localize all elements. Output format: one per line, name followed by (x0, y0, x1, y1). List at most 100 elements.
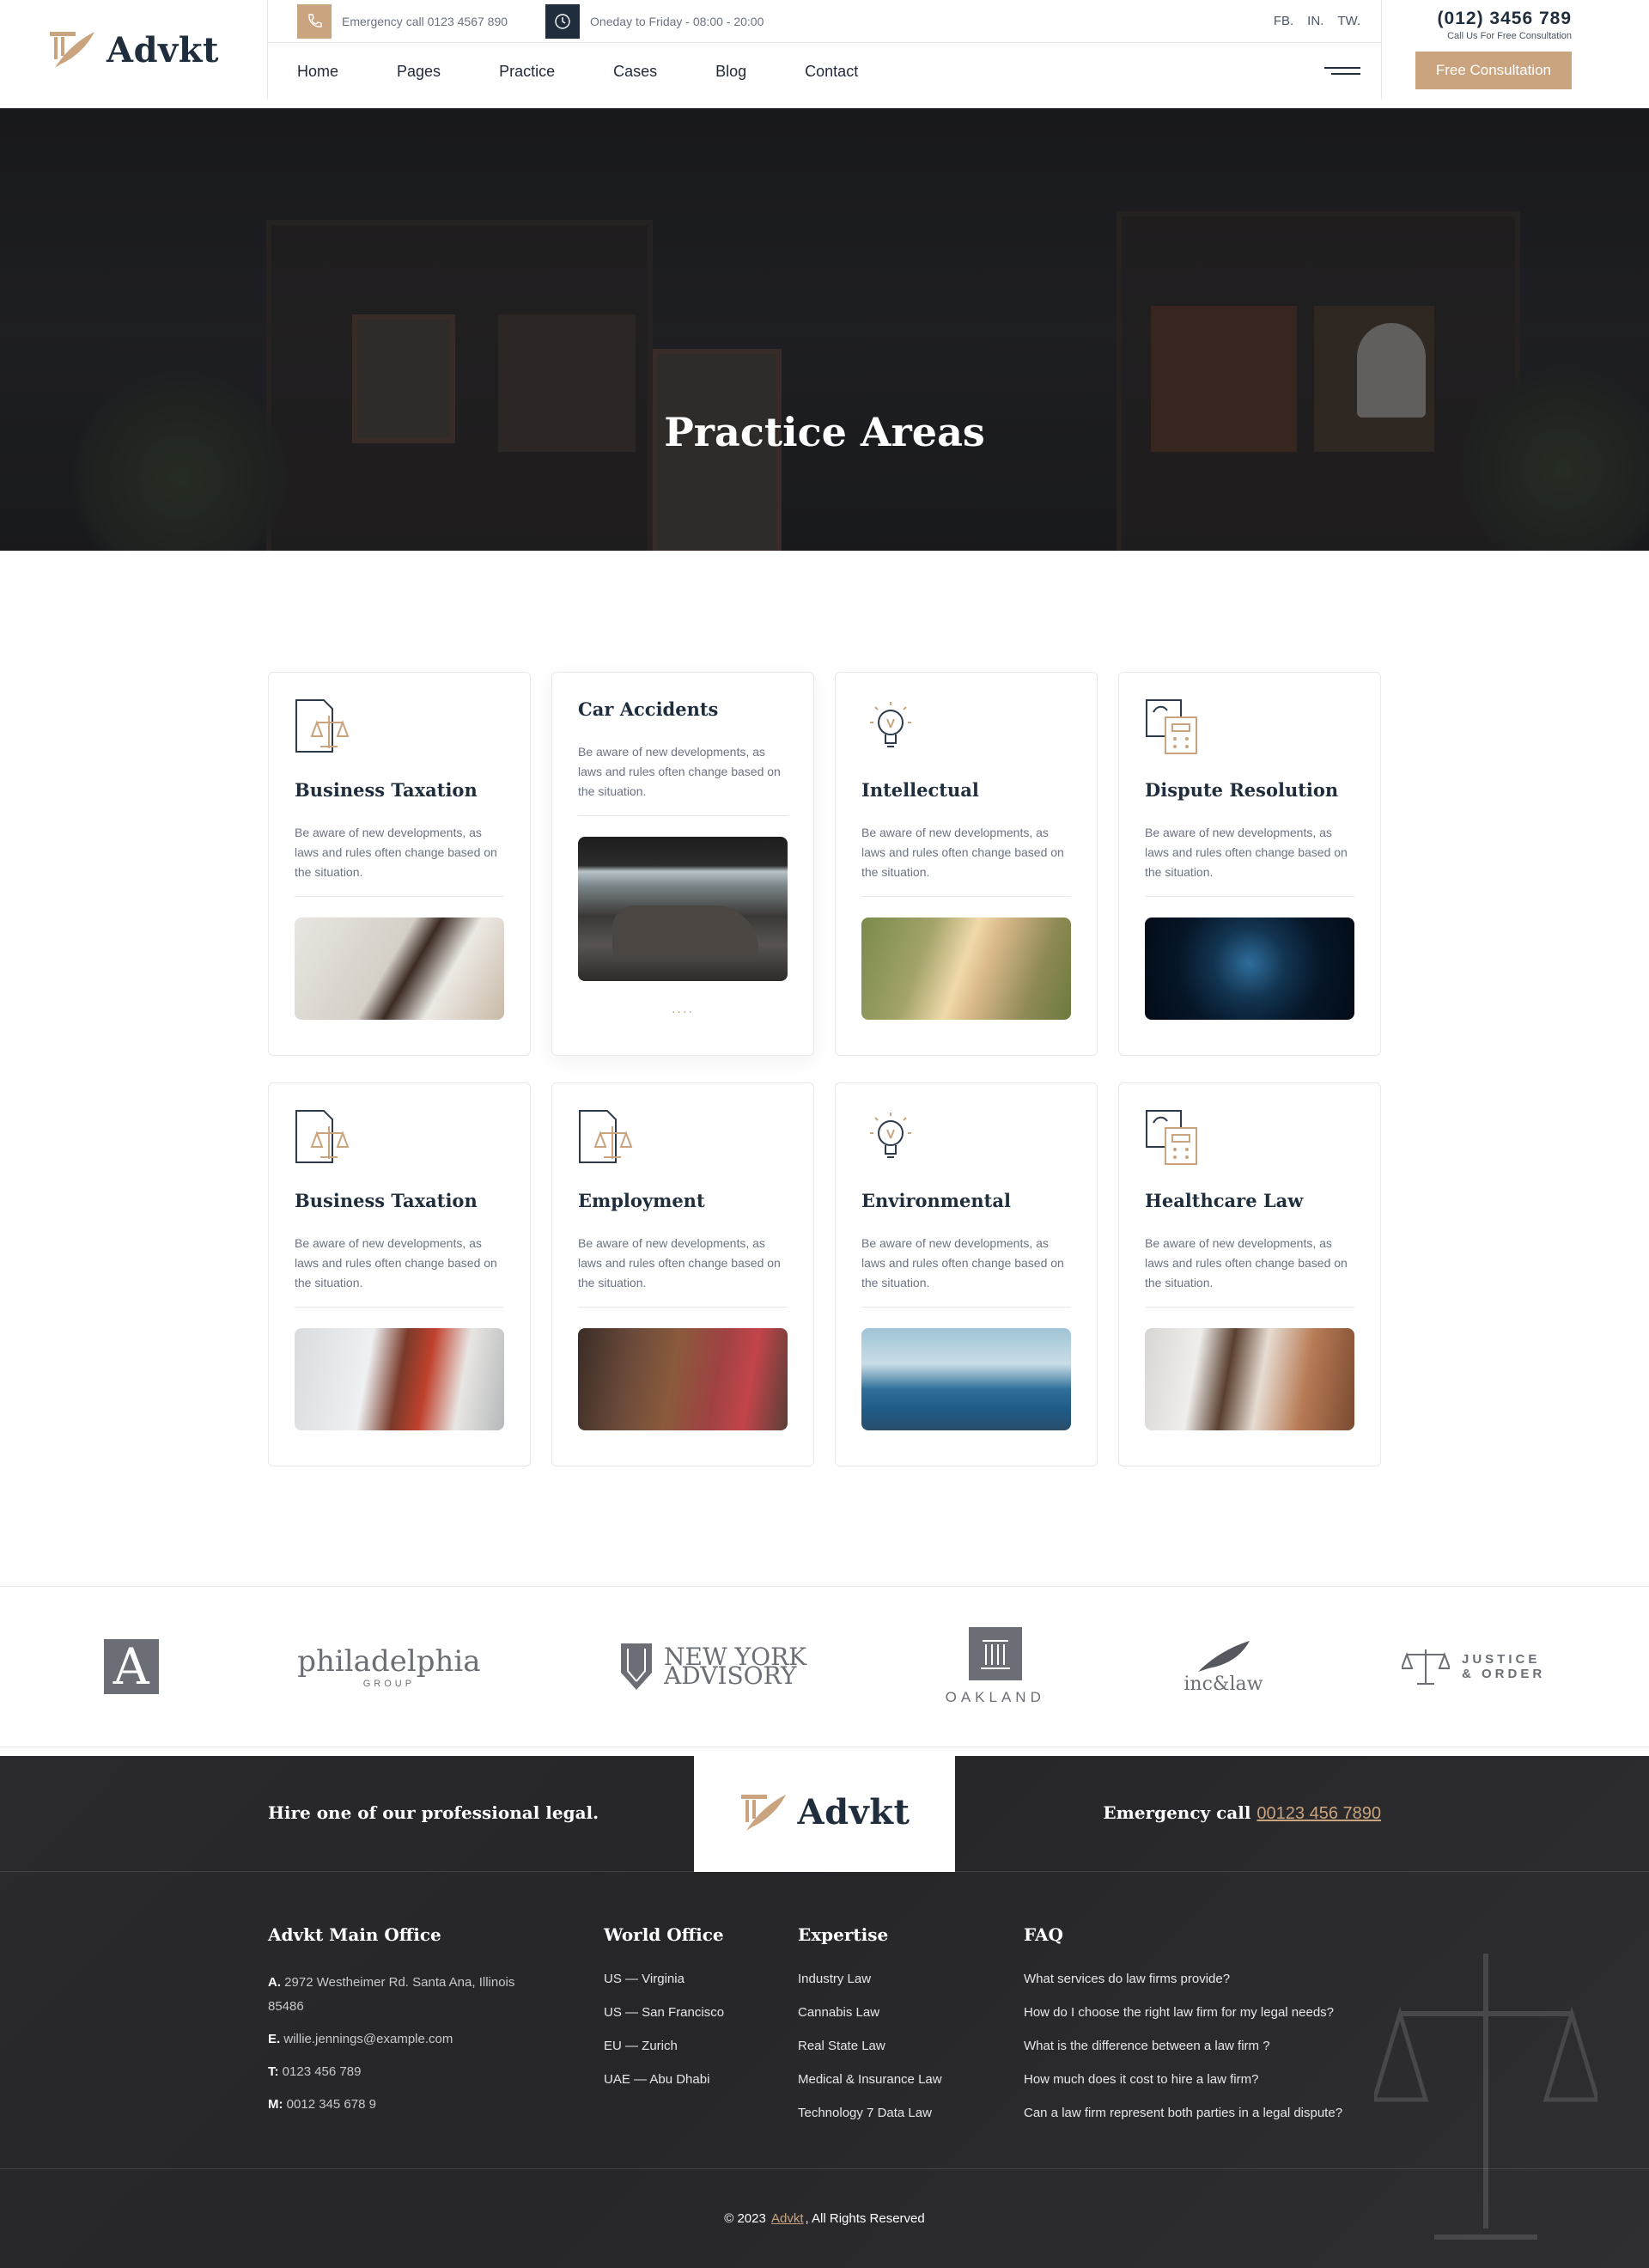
quill-column-icon (740, 1794, 786, 1831)
social-twitter-link[interactable]: TW. (1337, 14, 1360, 28)
expertise-link[interactable]: Real State Law (798, 2038, 942, 2055)
practice-card[interactable]: Healthcare Law Be aware of new developme… (1118, 1082, 1381, 1466)
more-indicator[interactable]: .... (578, 1002, 788, 1017)
nav-blog[interactable]: Blog (715, 63, 746, 81)
faq-link[interactable]: How do I choose the right law firm for m… (1024, 2004, 1342, 2021)
expertise-link[interactable]: Cannabis Law (798, 2004, 942, 2021)
header-phone-sub: Call Us For Free Consultation (1447, 31, 1572, 41)
card-text: Be aware of new developments, as laws an… (861, 1234, 1071, 1308)
scales-icon (1401, 1649, 1450, 1685)
nav-pages[interactable]: Pages (397, 63, 441, 81)
office-mobile[interactable]: M: 0012 345 678 9 (268, 2093, 551, 2117)
header-phone[interactable]: (012) 3456 789 (1382, 9, 1572, 29)
brand-logo-a[interactable]: A (103, 1639, 159, 1694)
logo[interactable]: Advkt (0, 0, 268, 100)
office-address: A. 2972 Westheimer Rd. Santa Ana, Illino… (268, 1975, 515, 2014)
card-text: Be aware of new developments, as laws an… (1145, 1234, 1354, 1308)
world-office-link[interactable]: US — San Francisco (604, 2004, 724, 2021)
practice-card[interactable]: Business Taxation Be aware of new develo… (268, 1082, 531, 1466)
card-title[interactable]: Employment (578, 1190, 788, 1211)
hire-text: Hire one of our professional legal. (268, 1802, 599, 1823)
practice-grid: Business Taxation Be aware of new develo… (268, 672, 1381, 1466)
card-image (1145, 918, 1354, 1020)
menu-icon[interactable] (1324, 67, 1360, 79)
brand-logo-philadelphia[interactable]: philadelphia GROUP (297, 1644, 480, 1689)
expertise-link[interactable]: Industry Law (798, 1971, 942, 1988)
nav-cases[interactable]: Cases (613, 63, 657, 81)
practice-card[interactable]: Intellectual Be aware of new development… (835, 672, 1098, 1056)
practice-card[interactable]: Dispute Resolution Be aware of new devel… (1118, 672, 1381, 1056)
footer-office: Advkt Main Office A. 2972 Westheimer Rd.… (268, 1924, 551, 2125)
world-office-link[interactable]: US — Virginia (604, 1971, 724, 1988)
card-title[interactable]: Dispute Resolution (1145, 779, 1354, 801)
faq-link[interactable]: How much does it cost to hire a law firm… (1024, 2071, 1342, 2088)
lightbulb-icon (861, 698, 1071, 759)
practice-card[interactable]: Employment Be aware of new developments,… (551, 1082, 814, 1466)
card-image (295, 918, 504, 1020)
card-text: Be aware of new developments, as laws an… (295, 1234, 504, 1308)
card-text: Be aware of new developments, as laws an… (295, 823, 504, 897)
emergency-info: Emergency call 0123 4567 890 (297, 3, 508, 39)
quill-column-icon (50, 32, 95, 68)
card-title[interactable]: Healthcare Law (1145, 1190, 1354, 1211)
brand-logo-new-york-advisory[interactable]: NEW YORK ADVISORY (619, 1642, 806, 1692)
practice-card[interactable]: Business Taxation Be aware of new develo… (268, 672, 531, 1056)
footer-faq: FAQ What services do law firms provide? … (1024, 1924, 1342, 2138)
emergency-phone-link[interactable]: 00123 456 7890 (1257, 1804, 1381, 1823)
card-text: Be aware of new developments, as laws an… (578, 1234, 788, 1308)
faq-link[interactable]: What is the difference between a law fir… (1024, 2038, 1342, 2055)
footer-expertise: Expertise Industry Law Cannabis Law Real… (798, 1924, 942, 2138)
hero-banner: Practice Areas (0, 108, 1649, 551)
practice-card-featured[interactable]: Car Accidents Be aware of new developmen… (551, 672, 814, 1056)
world-office-link[interactable]: UAE — Abu Dhabi (604, 2071, 724, 2088)
brand-logo-justice-order[interactable]: JUSTICE & ORDER (1401, 1646, 1545, 1687)
emergency-text: Emergency call 0123 4567 890 (342, 14, 508, 28)
card-image (1145, 1328, 1354, 1430)
lightbulb-icon (861, 1109, 1071, 1169)
card-title[interactable]: Environmental (861, 1190, 1071, 1211)
social-instagram-link[interactable]: IN. (1307, 14, 1323, 28)
footer-banner: Hire one of our professional legal. Advk… (0, 1756, 1649, 1872)
expertise-link[interactable]: Medical & Insurance Law (798, 2071, 942, 2088)
footer-emergency: Emergency call 00123 456 7890 (1103, 1802, 1381, 1823)
faq-link[interactable]: Can a law firm represent both parties in… (1024, 2105, 1342, 2122)
card-text: Be aware of new developments, as laws an… (861, 823, 1071, 897)
practice-card[interactable]: Environmental Be aware of new developmen… (835, 1082, 1098, 1466)
expertise-link[interactable]: Technology 7 Data Law (798, 2105, 942, 2122)
free-consultation-button[interactable]: Free Consultation (1415, 52, 1572, 89)
office-tel[interactable]: T: 0123 456 789 (268, 2060, 551, 2084)
card-text: Be aware of new developments, as laws an… (1145, 823, 1354, 897)
copyright-brand-link[interactable]: Advkt (771, 2211, 804, 2226)
calculator-document-icon (1145, 698, 1354, 759)
card-title[interactable]: Business Taxation (295, 1190, 504, 1211)
card-text: Be aware of new developments, as laws an… (578, 742, 788, 816)
scales-document-icon (578, 1109, 788, 1169)
quill-icon (1198, 1640, 1250, 1672)
site-header: Advkt Emergency call 0123 4567 890 Oneda… (0, 0, 1649, 108)
nav-contact[interactable]: Contact (805, 63, 858, 81)
social-links: FB. IN. TW. (1274, 14, 1381, 28)
hours-text: Oneday to Friday - 08:00 - 20:00 (590, 14, 764, 28)
expertise-title: Expertise (798, 1924, 889, 1945)
copyright: © 2023 Advkt , All Rights Reserved (0, 2168, 1649, 2268)
site-footer: Hire one of our professional legal. Advk… (0, 1756, 1649, 2268)
logo-text: Advkt (106, 29, 219, 70)
calculator-document-icon (1145, 1109, 1354, 1169)
nav-practice[interactable]: Practice (499, 63, 555, 81)
social-facebook-link[interactable]: FB. (1274, 14, 1293, 28)
top-bar: Emergency call 0123 4567 890 Oneday to F… (268, 0, 1381, 43)
brand-logo-oakland[interactable]: OAKLAND (946, 1627, 1045, 1706)
card-title[interactable]: Intellectual (861, 779, 1071, 801)
brand-logo-inc-law[interactable]: inc&law (1184, 1639, 1263, 1695)
shield-icon (621, 1643, 653, 1690)
faq-title: FAQ (1024, 1924, 1063, 1945)
nav-home[interactable]: Home (297, 63, 338, 81)
hours-info: Oneday to Friday - 08:00 - 20:00 (545, 3, 764, 39)
card-title[interactable]: Business Taxation (295, 779, 504, 801)
office-email[interactable]: E. willie.jennings@example.com (268, 2027, 551, 2052)
world-office-link[interactable]: EU — Zurich (604, 2038, 724, 2055)
faq-link[interactable]: What services do law firms provide? (1024, 1971, 1342, 1988)
footer-logo[interactable]: Advkt (694, 1756, 955, 1872)
clock-icon (545, 3, 581, 39)
card-title[interactable]: Car Accidents (578, 698, 788, 720)
